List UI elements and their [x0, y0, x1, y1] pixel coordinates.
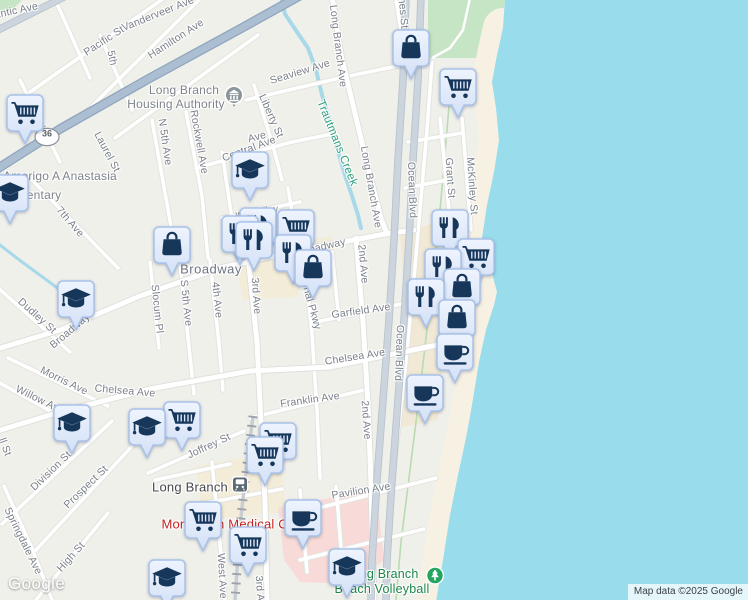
- shopping-cart-pin[interactable]: [246, 436, 284, 487]
- cafe-pin[interactable]: [284, 499, 322, 550]
- shopping-cart-pin[interactable]: [439, 68, 477, 119]
- school-pin[interactable]: [148, 559, 186, 600]
- street-label: Ocean Blvd: [392, 324, 406, 382]
- map-base: [0, 0, 748, 600]
- shopping-cart-pin[interactable]: [184, 501, 222, 552]
- restaurant-pin[interactable]: [235, 221, 273, 272]
- park-tree-icon[interactable]: [425, 566, 445, 590]
- map-canvas[interactable]: Atlantic Ave Pacific St Vanderveer Ave Hami…: [0, 0, 748, 600]
- street-label: Ocean Blvd: [405, 161, 419, 219]
- shopping-bag-pin[interactable]: [392, 29, 430, 80]
- school-pin[interactable]: [53, 404, 91, 455]
- place-label: Long Branch: [152, 479, 228, 495]
- school-pin[interactable]: [231, 151, 269, 202]
- street-label: nes St: [395, 0, 411, 29]
- cafe-pin[interactable]: [406, 374, 444, 425]
- shopping-bag-pin[interactable]: [294, 249, 332, 300]
- shopping-cart-pin[interactable]: [163, 401, 201, 452]
- school-pin[interactable]: [57, 280, 95, 331]
- shopping-cart-pin[interactable]: [229, 526, 267, 577]
- school-pin[interactable]: [128, 408, 166, 459]
- map-attribution: Map data ©2025 Google: [627, 584, 748, 600]
- housing-authority-icon[interactable]: [224, 85, 245, 113]
- place-label: Long Branch: [148, 83, 220, 97]
- shopping-bag-pin[interactable]: [153, 226, 191, 277]
- street-label: West Ave: [214, 552, 230, 600]
- shopping-cart-pin[interactable]: [6, 94, 44, 145]
- school-pin[interactable]: [0, 174, 29, 225]
- street-label: 3rd Ave: [248, 277, 264, 315]
- school-pin[interactable]: [328, 548, 366, 599]
- place-label: Housing Authority: [127, 97, 225, 111]
- google-logo[interactable]: Google: [8, 574, 65, 594]
